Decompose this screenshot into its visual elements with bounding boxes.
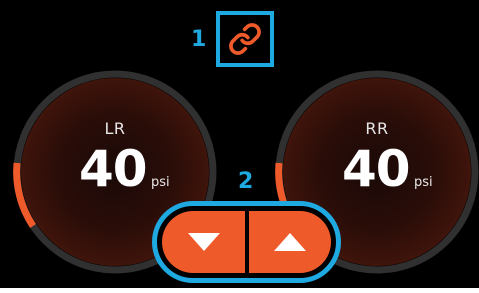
lr-gauge-label: LR (104, 119, 126, 138)
rr-gauge-unit: psi (414, 175, 433, 190)
link-toggle-highlight[interactable] (216, 11, 274, 67)
link-icon[interactable] (228, 22, 262, 56)
pressure-stepper (152, 201, 341, 283)
rr-gauge-label: RR (365, 119, 389, 138)
lr-gauge-value: 40 (79, 140, 148, 198)
callout-number-2: 2 (238, 169, 254, 194)
rr-gauge-value: 40 (342, 140, 411, 198)
page: LR 40 psi RR 40 psi 1 2 (0, 0, 479, 293)
triangle-up-icon (274, 233, 306, 251)
triangle-down-icon (187, 233, 220, 251)
tire-pressure-screen: LR 40 psi RR 40 psi 1 2 (0, 0, 479, 288)
lr-gauge-unit: psi (151, 175, 170, 190)
increase-pressure-button[interactable] (249, 211, 331, 273)
decrease-pressure-button[interactable] (162, 211, 245, 273)
callout-number-1: 1 (191, 27, 207, 52)
